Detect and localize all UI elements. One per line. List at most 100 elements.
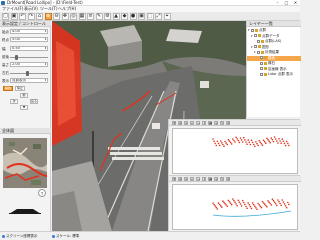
layer-tree-item[interactable]: 点群(LAS) [247,39,301,44]
profile-point [256,208,258,211]
layer-label: 点群 [259,28,266,32]
cross-section-plot[interactable] [172,128,298,174]
profile-tool-icon[interactable]: ⊕ [178,177,182,181]
toolbar-button-icon[interactable]: ● [129,13,137,20]
toolbar-button-icon[interactable]: ⤢ [155,13,162,20]
profile-point [288,203,290,206]
toolbar-button-icon[interactable]: ✥ [61,13,69,20]
profile-tool-icon[interactable]: ▦ [208,121,212,125]
toolbar-button-icon[interactable]: ▦ [78,13,86,20]
toolbar-button-icon[interactable]: ◆ [121,13,128,20]
profile-tool-icon[interactable]: ⚙ [226,121,230,125]
layer-visibility-checkbox[interactable] [251,28,254,32]
layer-visibility-checkbox[interactable] [260,61,263,65]
toolbar-button-icon[interactable]: ▣ [138,13,145,20]
profile-tool-icon[interactable]: ⌂ [190,121,194,125]
profile-point [284,205,287,207]
profile-point [229,202,232,204]
layer-visibility-checkbox[interactable] [254,45,257,48]
profile-tool-icon[interactable]: ⊖ [184,177,188,181]
next-button[interactable]: 次 [10,99,18,104]
profile-point [263,203,266,205]
prev-button[interactable]: 前 [20,93,28,98]
toolbar-button-icon[interactable]: ▢ [2,13,9,20]
back-button[interactable]: 戻る [30,99,38,104]
profile-point [278,200,280,203]
toolbar-button-icon[interactable]: ⌖ [163,13,171,20]
profile-tool-icon[interactable]: ⚙ [226,177,230,181]
profile-point [255,141,257,143]
profile-point [274,138,277,140]
status-dot-icon [52,234,55,238]
width-input[interactable]: 0.50 ⇕ [10,46,48,51]
profile-point [287,201,289,204]
toolbar-button-icon[interactable]: ◎ [70,13,77,20]
minimap-image[interactable] [3,138,47,188]
profile-tool-icon[interactable]: ↔ [196,121,200,125]
profile-tool-icon[interactable]: ✥ [172,121,176,125]
start-input[interactable]: 4.00 ⇕ [10,29,48,34]
spin-arrows-icon[interactable]: ⇕ [44,30,47,33]
toolbar-button-icon[interactable]: ✎ [95,13,103,20]
toolbar-button-icon[interactable]: ⚙ [104,13,111,20]
layer-tree-item[interactable]: 区画線 表示 [247,67,301,72]
toolbar-button-icon[interactable]: ⊖ [53,13,60,20]
profile-tool-icon[interactable]: ▦ [208,177,212,181]
toolbar-button-icon[interactable]: ↶ [19,13,26,20]
profile-point [225,142,227,144]
profile-tool-icon[interactable]: ✎ [220,177,224,181]
profile-tool-icon[interactable]: ✎ [220,121,224,125]
profile-tool-icon[interactable]: ⊖ [184,121,188,125]
status-bar: スクリーン座標表示 スケール: 標準 [0,231,300,240]
layer-label: 計測結果 [265,50,279,54]
profile-tool-icon[interactable]: ⌂ [190,177,194,181]
lr-slider[interactable] [10,71,48,76]
profile-tool-icon[interactable]: ≡ [214,177,218,181]
lr-slider-knob[interactable] [25,71,29,76]
toolbar-button-icon[interactable]: ⬚ [146,13,154,20]
toolbar-button-icon[interactable]: ▣ [10,13,18,20]
height-input[interactable]: 2.00 ⇕ [10,62,48,67]
start-button[interactable]: 開始 [3,86,13,91]
fb-slider[interactable] [10,55,48,60]
layer-tree-item[interactable]: 縁石 [247,61,301,66]
layer-visibility-checkbox[interactable] [257,39,260,43]
spin-arrows-icon[interactable]: ⇕ [44,38,47,41]
profile-point [233,199,235,202]
toolbar-button-icon[interactable]: ≡ [87,13,94,20]
profile-tool-icon[interactable]: ⊕ [178,121,182,125]
layer-tree-item[interactable]: Lidar 点群 表示 [247,72,301,77]
layer-visibility-checkbox[interactable] [260,72,263,76]
profile-tool-icon[interactable]: ↕ [202,121,206,125]
fb-slider-knob[interactable] [15,55,19,60]
toolbar-button-icon[interactable]: ↷ [27,13,35,20]
profile-tool-icon[interactable]: ≡ [214,121,218,125]
start-label: 始点 [2,30,9,34]
stop-button[interactable]: 停止 [15,86,25,91]
spin-arrows-icon[interactable]: ⇕ [44,47,47,50]
layer-tree-item[interactable]: ▾ 点群 [247,28,301,33]
profile-tool-icon[interactable]: ↔ [196,177,200,181]
profile-point [285,206,288,209]
layer-visibility-checkbox[interactable] [254,34,257,37]
layer-tree-item[interactable]: ▾ 点群データ [247,34,301,39]
toolbar-button-icon[interactable]: ▲ [112,13,120,20]
layer-tree-item[interactable]: 路面 [247,55,301,61]
longitudinal-plot[interactable] [172,184,298,230]
layer-tree-item[interactable]: ▾ 計測結果 [247,50,301,55]
layer-tree-item[interactable]: ▾ 図形 [247,45,301,50]
profile-point [237,139,240,142]
profile-point [212,138,214,140]
toolbar-button-icon[interactable]: ⊕ [44,13,52,20]
layer-visibility-checkbox[interactable] [257,50,260,54]
profile-tool-icon[interactable]: ✥ [172,177,176,181]
profile-tool-icon[interactable]: ↕ [202,177,206,181]
chevron-down-icon[interactable]: ▾ [44,79,47,82]
toolbar-button-icon[interactable]: ⌂ [36,13,43,20]
spin-arrows-icon[interactable]: ⇕ [44,63,47,66]
down-arrow-button[interactable]: ▼ [20,105,28,110]
end-input[interactable]: 5.00 ⇕ [10,37,48,42]
mode-select[interactable]: 点群表示 ▾ [10,78,48,83]
layer-visibility-checkbox[interactable] [260,56,263,59]
layer-visibility-checkbox[interactable] [260,67,263,70]
